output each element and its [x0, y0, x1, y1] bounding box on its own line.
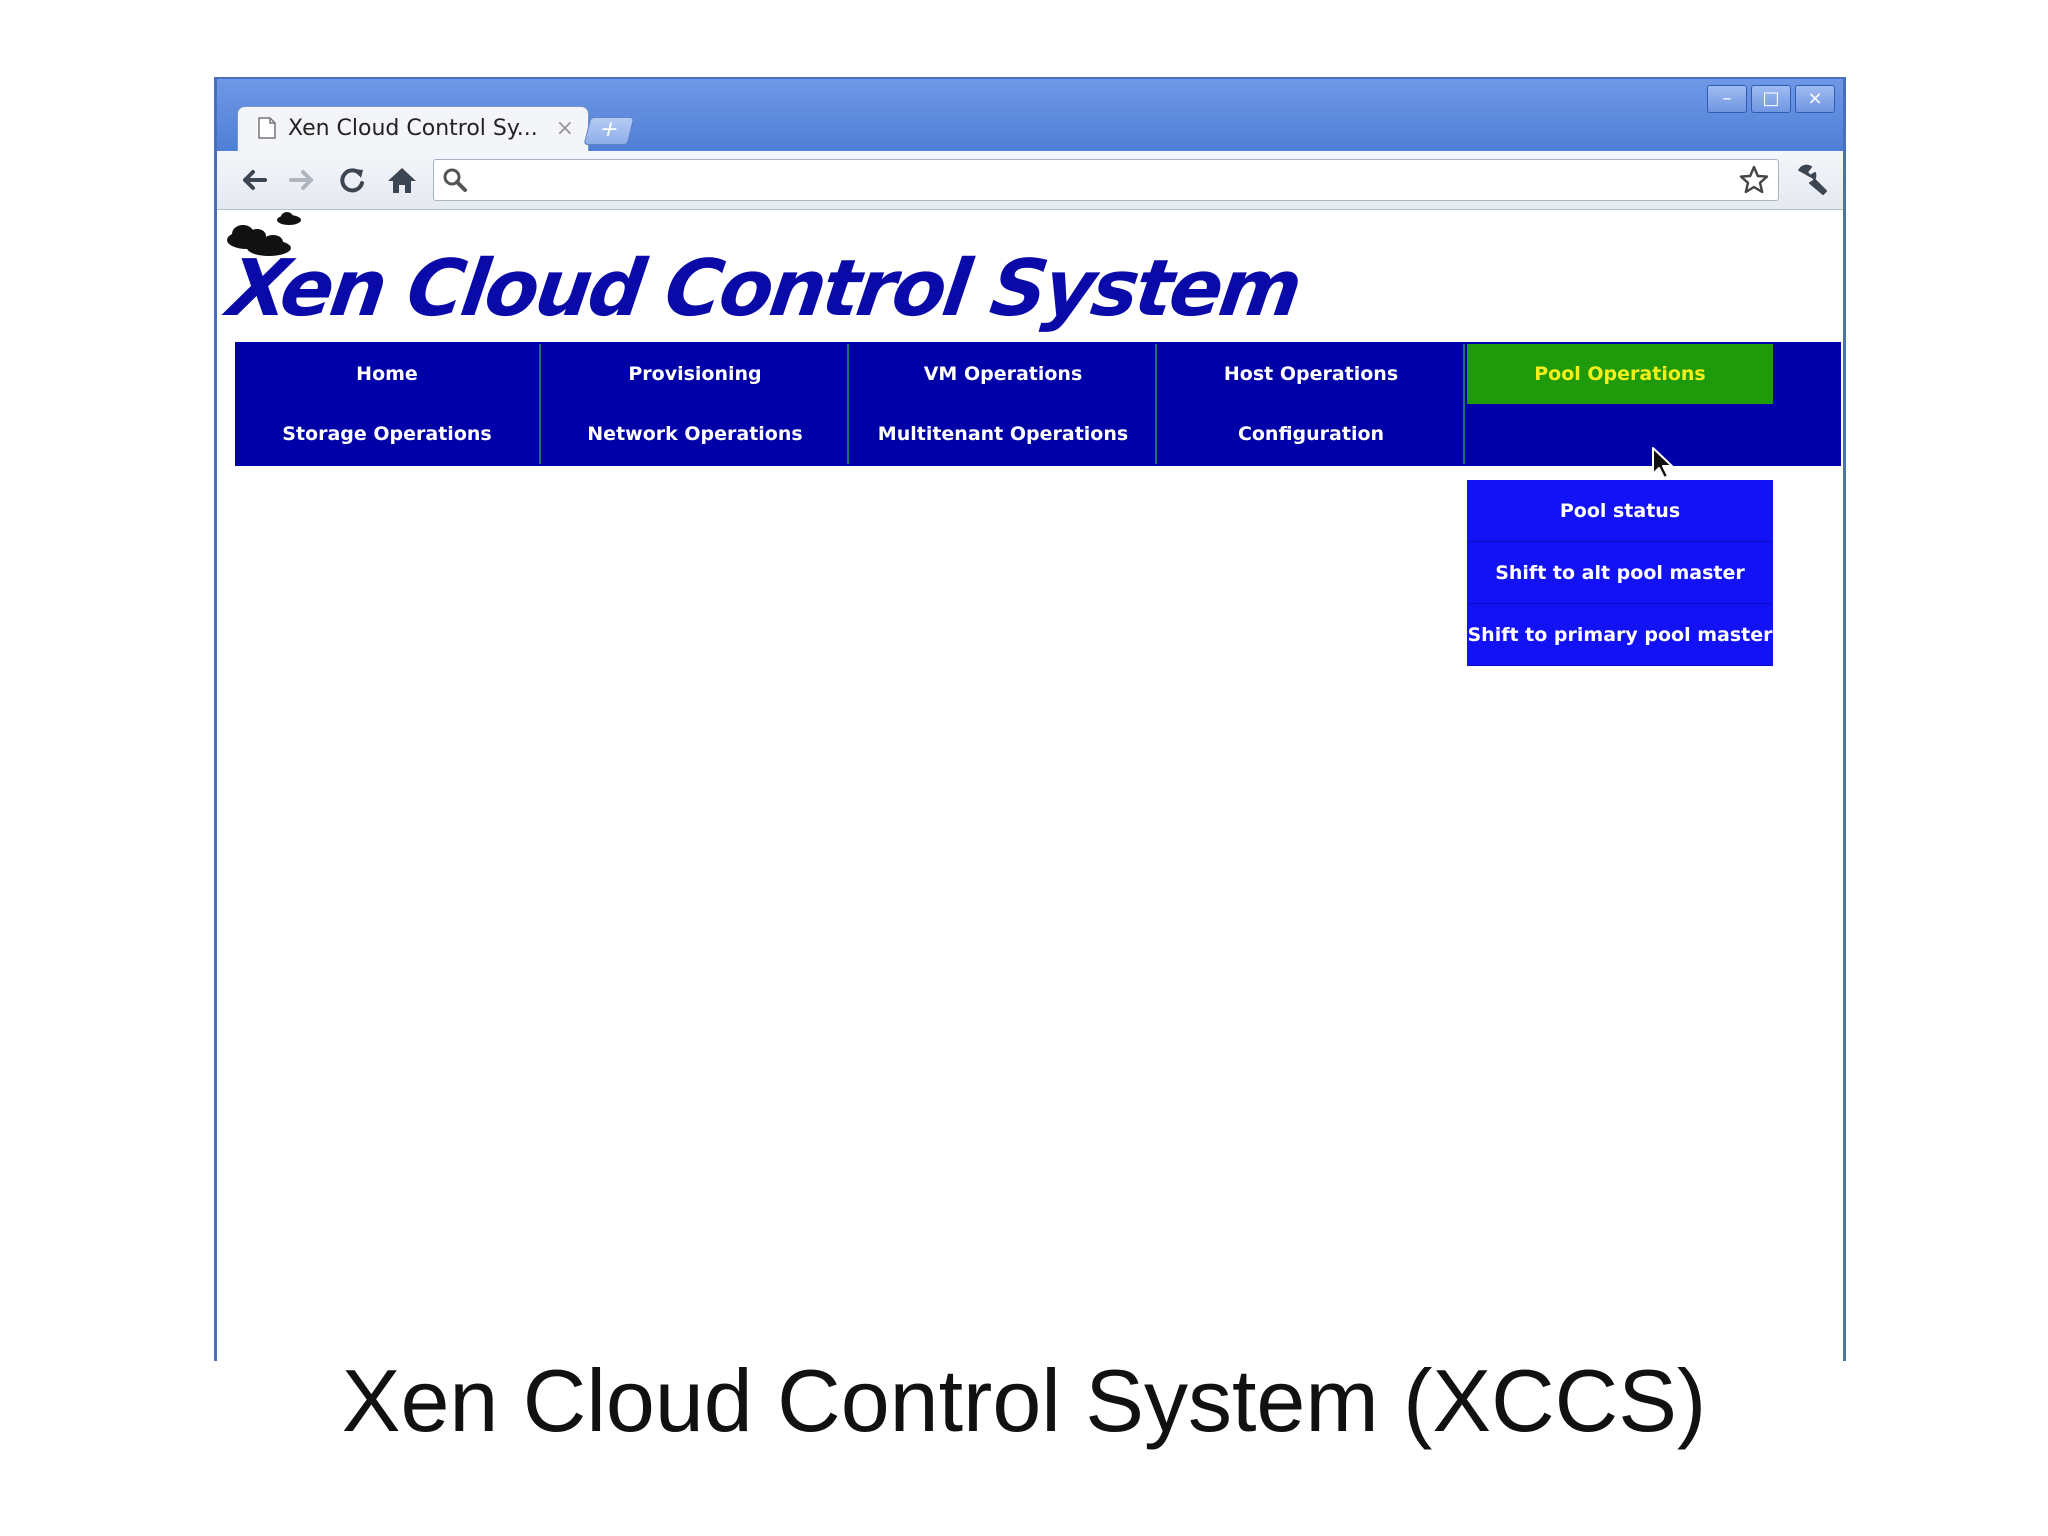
search-icon — [443, 168, 467, 192]
title-bar: Xen Cloud Control Sy... × + – □ × — [217, 79, 1843, 152]
back-icon[interactable] — [235, 161, 273, 199]
main-nav: Home Provisioning VM Operations Host Ope… — [235, 342, 1841, 466]
dropdown-shift-alt-master[interactable]: Shift to alt pool master — [1467, 542, 1773, 604]
pool-operations-dropdown: Pool status Shift to alt pool master Shi… — [1467, 480, 1773, 666]
new-tab-button[interactable]: + — [583, 117, 635, 145]
nav-multitenant-operations[interactable]: Multitenant Operations — [851, 404, 1157, 464]
nav-provisioning[interactable]: Provisioning — [543, 344, 849, 404]
page-content: Xen Cloud Control System Home Provisioni… — [217, 210, 1843, 1361]
nav-network-operations[interactable]: Network Operations — [543, 404, 849, 464]
nav-home[interactable]: Home — [235, 344, 541, 404]
reload-icon[interactable] — [333, 161, 371, 199]
nav-pool-operations[interactable]: Pool Operations — [1467, 344, 1773, 404]
tab-title: Xen Cloud Control Sy... — [288, 116, 538, 141]
tab-close-icon[interactable]: × — [556, 116, 574, 141]
page-icon — [258, 117, 276, 139]
browser-toolbar — [217, 151, 1843, 210]
close-button[interactable]: × — [1795, 85, 1835, 113]
home-icon[interactable] — [383, 161, 421, 199]
dropdown-shift-primary-master[interactable]: Shift to primary pool master — [1467, 604, 1773, 666]
forward-icon[interactable] — [283, 161, 321, 199]
browser-window: Xen Cloud Control Sy... × + – □ × Xen Cl… — [214, 77, 1846, 1361]
dropdown-pool-status[interactable]: Pool status — [1467, 480, 1773, 542]
nav-configuration[interactable]: Configuration — [1159, 404, 1465, 464]
logo-title: Xen Cloud Control System — [222, 244, 1305, 334]
maximize-button[interactable]: □ — [1751, 85, 1791, 113]
window-controls: – □ × — [1707, 85, 1835, 113]
minimize-button[interactable]: – — [1707, 85, 1747, 113]
mouse-cursor-icon — [1652, 447, 1673, 479]
slide-caption: Xen Cloud Control System (XCCS) — [341, 1351, 1707, 1450]
nav-host-operations[interactable]: Host Operations — [1159, 344, 1465, 404]
address-bar[interactable] — [433, 159, 1779, 201]
star-icon[interactable] — [1738, 164, 1770, 196]
browser-tab[interactable]: Xen Cloud Control Sy... × — [237, 106, 589, 152]
nav-storage-operations[interactable]: Storage Operations — [235, 404, 541, 464]
wrench-icon[interactable] — [1793, 161, 1829, 197]
nav-vm-operations[interactable]: VM Operations — [851, 344, 1157, 404]
